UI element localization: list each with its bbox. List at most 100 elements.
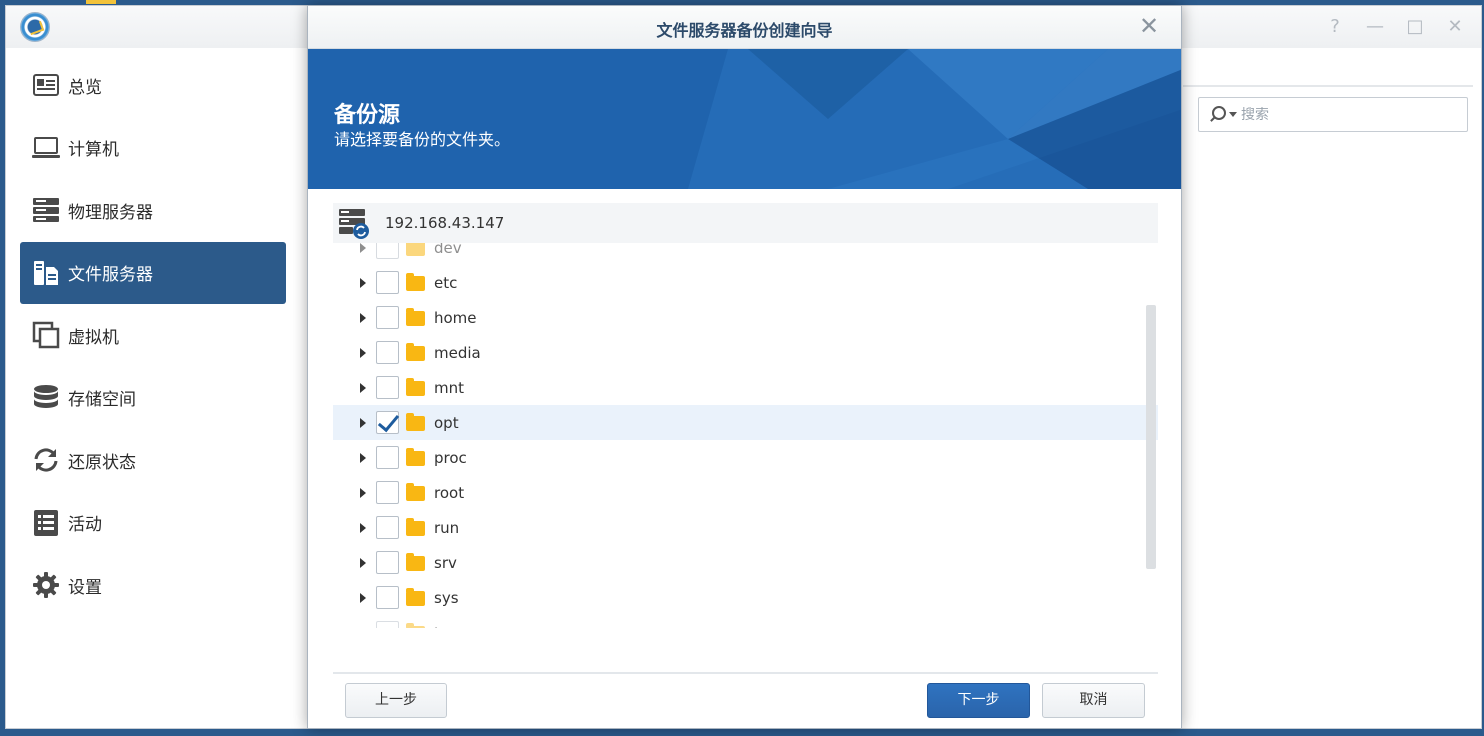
expand-arrow-icon[interactable] [360, 487, 366, 498]
sidebar-item-computer[interactable]: 计算机 [20, 117, 286, 180]
tree-row-sys[interactable]: sys [333, 580, 1158, 615]
tree-row-opt[interactable]: opt [333, 405, 1158, 440]
tree-row-etc[interactable]: etc [333, 265, 1158, 300]
tree-scrollbar[interactable] [1146, 305, 1156, 569]
sidebar-item-label: 存储空间 [68, 390, 136, 411]
overview-icon [32, 71, 60, 99]
search-input[interactable] [1241, 106, 1441, 123]
sidebar-item-overview[interactable]: 总览 [20, 54, 286, 117]
sidebar-item-label: 活动 [68, 515, 102, 536]
next-button[interactable]: 下一步 [927, 683, 1030, 718]
partial-row-top: dev [333, 243, 1158, 265]
sidebar-item-physical-server[interactable]: 物理服务器 [20, 179, 286, 242]
folder-icon [406, 448, 425, 466]
folder-name: run [434, 518, 460, 537]
folder-icon [406, 413, 425, 431]
sidebar-item-file-server[interactable]: 文件服务器 [20, 241, 286, 304]
folder-checkbox[interactable] [376, 586, 399, 609]
folder-name: media [434, 343, 481, 362]
folder-icon [406, 588, 425, 606]
computer-icon [32, 134, 60, 162]
sidebar-item-label: 设置 [68, 577, 102, 598]
expand-arrow-icon[interactable] [360, 627, 366, 628]
maximize-button[interactable]: □ [1404, 16, 1426, 38]
footer-divider [333, 672, 1158, 674]
folder-name: opt [434, 413, 459, 432]
sidebar-item-label: 文件服务器 [68, 265, 153, 286]
folder-name: srv [434, 553, 457, 572]
folder-icon [406, 343, 425, 361]
sidebar-item-settings[interactable]: 设置 [20, 554, 286, 617]
previous-button[interactable]: 上一步 [345, 683, 447, 718]
dialog-titlebar: 文件服务器备份创建向导 ✕ [308, 6, 1181, 49]
folder-checkbox[interactable] [376, 516, 399, 539]
minimize-button[interactable]: — [1364, 16, 1386, 38]
close-window-button[interactable]: ✕ [1444, 16, 1466, 38]
sidebar-item-virtual-machine[interactable]: 虚拟机 [20, 304, 286, 367]
sidebar-item-storage[interactable]: 存储空间 [20, 367, 286, 430]
folder-checkbox-checked[interactable] [376, 411, 399, 434]
folder-name: dev [434, 243, 462, 257]
cancel-button[interactable]: 取消 [1042, 683, 1145, 718]
tree-row-srv[interactable]: srv [333, 545, 1158, 580]
tree-row-root[interactable]: root [333, 475, 1158, 510]
search-icon[interactable] [1209, 105, 1227, 124]
tree-root[interactable]: 192.168.43.147 [333, 203, 1158, 243]
expand-arrow-icon[interactable] [360, 243, 366, 253]
physical-server-icon [32, 196, 60, 224]
server-sync-icon [339, 209, 369, 239]
search-box[interactable] [1198, 97, 1468, 132]
expand-arrow-icon[interactable] [360, 277, 366, 288]
folder-checkbox[interactable] [376, 306, 399, 329]
app-logo-icon [20, 12, 50, 42]
banner-background [308, 49, 1181, 189]
folder-icon [406, 483, 425, 501]
tree-row[interactable]: tmp [333, 615, 1158, 628]
tree-row-run[interactable]: run [333, 510, 1158, 545]
tree-row-mnt[interactable]: mnt [333, 370, 1158, 405]
tree-row-media[interactable]: media [333, 335, 1158, 370]
tree-row-proc[interactable]: proc [333, 440, 1158, 475]
banner-subtitle: 请选择要备份的文件夹。 [334, 130, 511, 149]
sidebar-item-restore-status[interactable]: 还原状态 [20, 429, 286, 492]
expand-arrow-icon[interactable] [360, 417, 366, 428]
folder-name: etc [434, 273, 458, 292]
folder-checkbox[interactable] [376, 446, 399, 469]
sidebar: 总览 计算机 物理服务器 文件服务器 虚拟机 存储空间 还原状态 活动 设置 [20, 54, 286, 617]
folder-checkbox[interactable] [376, 621, 399, 628]
sidebar-item-label: 物理服务器 [68, 202, 153, 223]
restore-status-icon [32, 446, 60, 474]
chevron-down-icon[interactable] [1229, 112, 1237, 117]
folder-icon [406, 518, 425, 536]
folder-checkbox[interactable] [376, 271, 399, 294]
file-server-icon [32, 259, 60, 287]
sidebar-item-label: 虚拟机 [68, 327, 119, 348]
taskbar-indicator [86, 0, 116, 4]
folder-name: proc [434, 448, 467, 467]
folder-checkbox[interactable] [376, 243, 399, 259]
folder-name: sys [434, 588, 459, 607]
sidebar-item-activity[interactable]: 活动 [20, 492, 286, 555]
expand-arrow-icon[interactable] [360, 592, 366, 603]
folder-name: tmp [434, 624, 464, 629]
virtual-machine-icon [32, 321, 60, 349]
folder-checkbox[interactable] [376, 481, 399, 504]
expand-arrow-icon[interactable] [360, 452, 366, 463]
close-icon[interactable]: ✕ [1137, 14, 1161, 38]
expand-arrow-icon[interactable] [360, 347, 366, 358]
gear-icon [32, 571, 60, 599]
expand-arrow-icon[interactable] [360, 312, 366, 323]
folder-checkbox[interactable] [376, 376, 399, 399]
storage-icon [32, 384, 60, 412]
expand-arrow-icon[interactable] [360, 382, 366, 393]
folder-checkbox[interactable] [376, 341, 399, 364]
expand-arrow-icon[interactable] [360, 522, 366, 533]
tree-row[interactable]: dev [333, 243, 1158, 265]
tree-row-home[interactable]: home [333, 300, 1158, 335]
folder-name: mnt [434, 378, 464, 397]
folder-checkbox[interactable] [376, 551, 399, 574]
sidebar-item-label: 总览 [68, 77, 102, 98]
folder-icon [406, 378, 425, 396]
expand-arrow-icon[interactable] [360, 557, 366, 568]
help-button[interactable]: ? [1324, 16, 1346, 38]
